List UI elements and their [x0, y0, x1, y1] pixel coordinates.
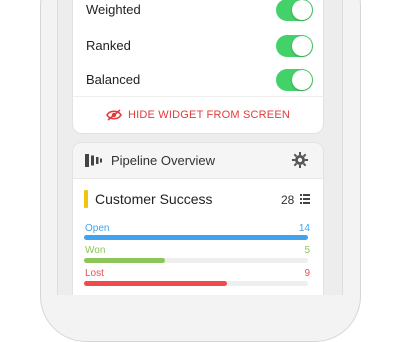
list-icon[interactable] — [300, 194, 310, 204]
team-name[interactable]: Customer Success — [95, 191, 212, 207]
toggle-row-weighted: Weighted — [73, 0, 323, 21]
pipeline-icon — [85, 154, 102, 167]
divider — [73, 96, 323, 97]
progress-fill-lost — [84, 281, 228, 286]
toggle-knob — [292, 0, 312, 20]
stat-label-won: Won — [85, 245, 106, 256]
pipeline-overview-card: Pipeline Overview Customer Success 28 Op… — [72, 142, 324, 295]
toggle-row-balanced: Balanced — [73, 69, 323, 91]
progress-track-won — [84, 258, 308, 263]
toggle-label-balanced: Balanced — [86, 72, 141, 87]
stat-value-lost: 9 — [304, 268, 310, 279]
widget-settings-card: Weighted Ranked Balanced HIDE WIDGET FRO… — [72, 0, 324, 134]
pipeline-header: Pipeline Overview — [73, 143, 323, 179]
balanced-toggle[interactable] — [276, 69, 313, 91]
eye-slash-icon — [106, 109, 122, 121]
progress-track-lost — [84, 281, 308, 286]
hide-widget-button[interactable]: HIDE WIDGET FROM SCREEN — [73, 106, 323, 124]
team-total-count: 28 — [281, 193, 295, 207]
stat-value-open: 14 — [298, 223, 310, 234]
pipeline-title: Pipeline Overview — [111, 153, 216, 168]
toggle-label-ranked: Ranked — [86, 38, 131, 53]
stat-label-lost: Lost — [85, 268, 104, 279]
toggle-row-ranked: Ranked — [73, 35, 323, 57]
progress-fill-won — [84, 258, 165, 263]
toggle-knob — [292, 70, 312, 90]
stat-value-won: 5 — [304, 245, 310, 256]
stat-label-open: Open — [85, 223, 110, 234]
gear-icon[interactable] — [292, 152, 308, 168]
phone-screen: Weighted Ranked Balanced HIDE WIDGET FRO… — [57, 0, 343, 295]
ranked-toggle[interactable] — [276, 35, 313, 57]
toggle-knob — [292, 36, 312, 56]
toggle-label-weighted: Weighted — [86, 2, 141, 17]
hide-widget-label: HIDE WIDGET FROM SCREEN — [127, 109, 291, 121]
progress-fill-open — [84, 235, 308, 240]
weighted-toggle[interactable] — [276, 0, 313, 21]
team-color-bar — [84, 190, 88, 208]
progress-track-open — [84, 235, 308, 240]
